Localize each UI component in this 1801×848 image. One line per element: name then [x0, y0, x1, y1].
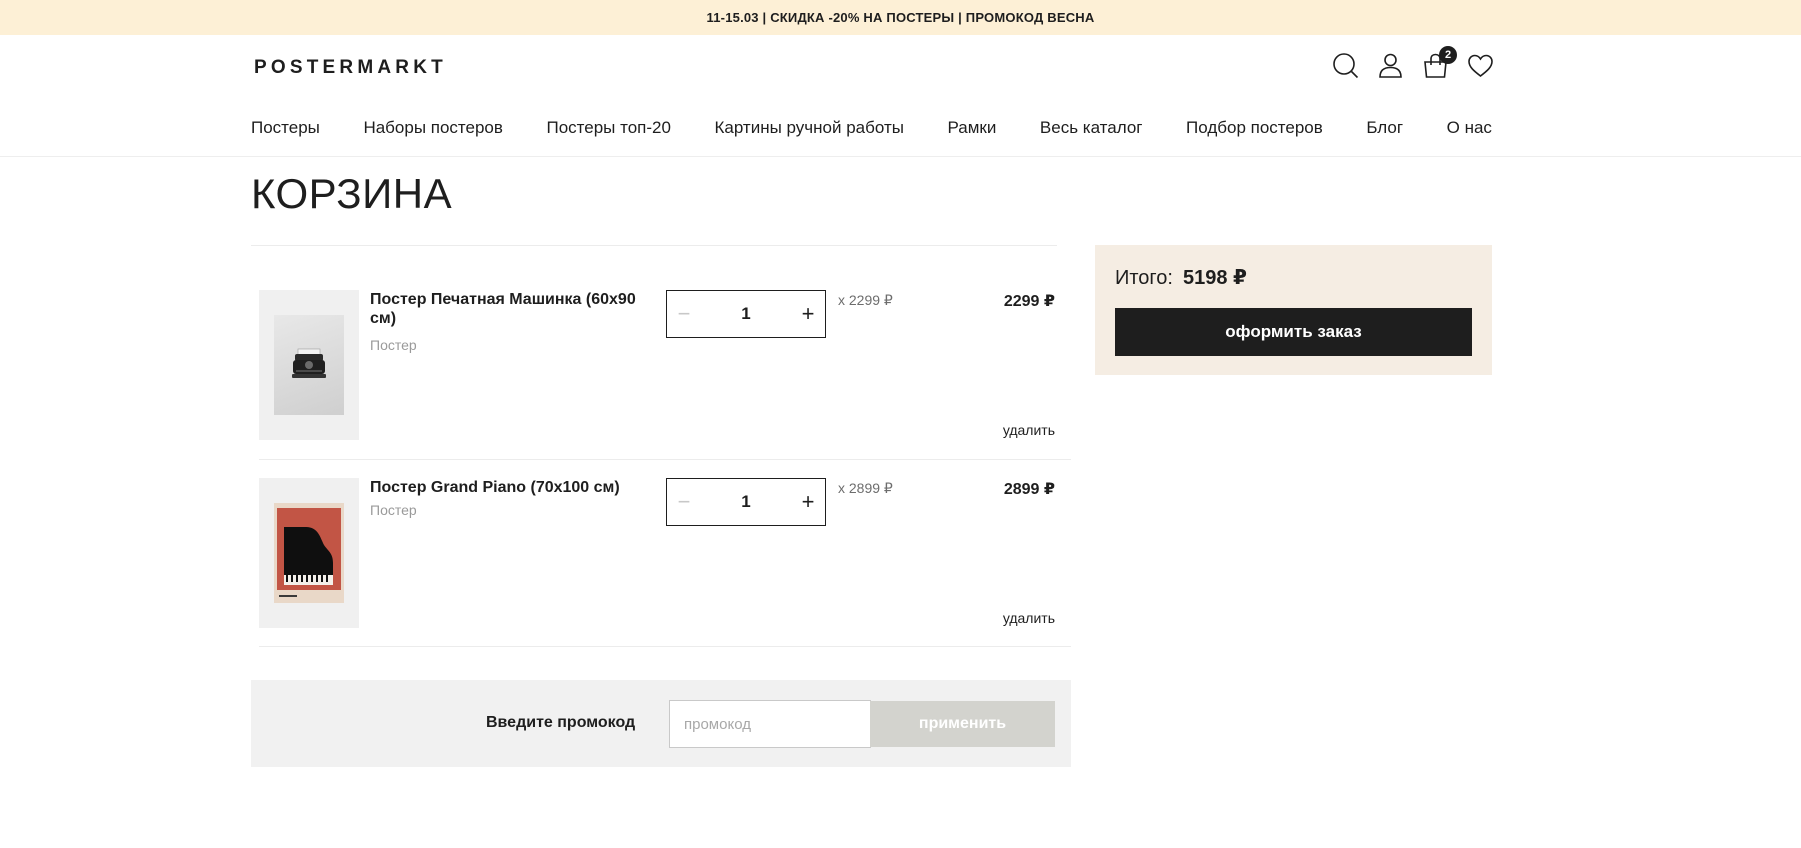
search-icon[interactable]: [1332, 52, 1359, 79]
line-total: 2299 ₽: [1003, 293, 1055, 310]
typewriter-poster-image: [274, 315, 344, 415]
nav-divider: [0, 156, 1801, 157]
nav-item-handmade[interactable]: Картины ручной работы: [714, 118, 903, 138]
product-type: Постер: [370, 337, 417, 353]
product-name[interactable]: Постер Печатная Машинка (60x90 см): [370, 290, 650, 328]
promo-banner: 11-15.03 | СКИДКА -20% НА ПОСТЕРЫ | ПРОМ…: [0, 0, 1801, 35]
checkout-button[interactable]: оформить заказ: [1115, 308, 1472, 356]
grand-piano-poster-image: [274, 503, 344, 603]
nav-item-frames[interactable]: Рамки: [948, 118, 997, 138]
product-thumbnail[interactable]: [259, 478, 359, 628]
quantity-increase-button[interactable]: +: [791, 291, 825, 337]
quantity-decrease-button[interactable]: −: [667, 479, 701, 525]
nav-item-poster-selection[interactable]: Подбор постеров: [1186, 118, 1323, 138]
unit-price: x 2299 ₽: [838, 292, 893, 308]
quantity-decrease-button[interactable]: −: [667, 291, 701, 337]
product-name[interactable]: Постер Grand Piano (70x100 см): [370, 478, 650, 497]
product-thumbnail[interactable]: [259, 290, 359, 440]
header-icons: 2: [1332, 46, 1494, 79]
promo-code-section: Введите промокод применить: [251, 680, 1071, 767]
line-total: 2899 ₽: [1003, 481, 1055, 498]
order-total-label: Итого:: [1115, 267, 1173, 289]
quantity-value[interactable]: 1: [741, 304, 750, 324]
apply-promo-button[interactable]: применить: [870, 701, 1055, 747]
logo[interactable]: POSTERMARKT: [254, 57, 447, 79]
main-nav: Постеры Наборы постеров Постеры топ-20 К…: [251, 117, 1492, 139]
nav-item-poster-sets[interactable]: Наборы постеров: [363, 118, 502, 138]
promo-code-label: Введите промокод: [486, 714, 636, 731]
cart-icon[interactable]: 2: [1422, 46, 1457, 79]
promo-banner-text: 11-15.03 | СКИДКА -20% НА ПОСТЕРЫ | ПРОМ…: [706, 10, 1095, 25]
page-title: КОРЗИНА: [251, 170, 453, 217]
delete-item-button[interactable]: удалить: [1003, 422, 1055, 438]
nav-item-blog[interactable]: Блог: [1366, 118, 1403, 138]
item-divider: [259, 459, 1071, 460]
cart-count-badge: 2: [1439, 46, 1457, 64]
unit-price: x 2899 ₽: [838, 480, 893, 496]
quantity-stepper: − 1 +: [666, 290, 826, 338]
product-type: Постер: [370, 502, 417, 518]
nav-item-top-20[interactable]: Постеры топ-20: [546, 118, 670, 138]
order-total-value: 5198 ₽: [1182, 267, 1247, 289]
quantity-value[interactable]: 1: [741, 492, 750, 512]
quantity-increase-button[interactable]: +: [791, 479, 825, 525]
item-divider: [259, 646, 1071, 647]
nav-item-about[interactable]: О нас: [1447, 118, 1492, 138]
cart-item: Постер Grand Piano (70x100 см) Постер − …: [259, 470, 1071, 658]
order-summary: Итого: 5198 ₽ оформить заказ: [1095, 245, 1492, 375]
quantity-stepper: − 1 +: [666, 478, 826, 526]
cart-divider: [251, 245, 1057, 246]
cart-item: Постер Печатная Машинка (60x90 см) Посте…: [259, 282, 1071, 470]
heart-icon[interactable]: [1467, 52, 1494, 79]
nav-item-posters[interactable]: Постеры: [251, 118, 320, 138]
delete-item-button[interactable]: удалить: [1003, 610, 1055, 626]
nav-item-catalog[interactable]: Весь каталог: [1040, 118, 1143, 138]
promo-code-input[interactable]: [669, 700, 871, 748]
order-total: Итого: 5198 ₽: [1115, 265, 1247, 290]
user-icon[interactable]: [1377, 52, 1404, 79]
